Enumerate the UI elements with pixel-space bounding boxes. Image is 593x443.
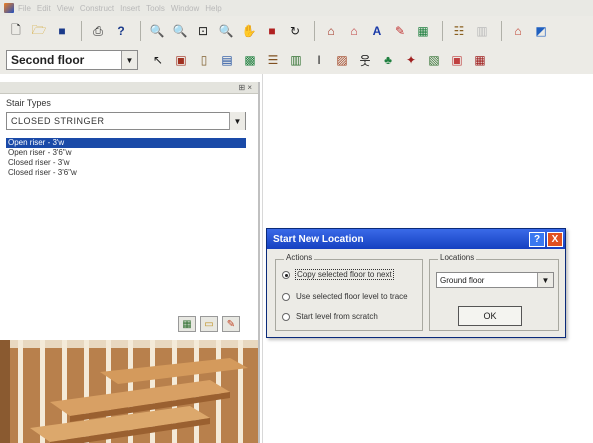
app-icon: [4, 3, 14, 13]
option-label: Copy selected floor to next: [295, 269, 394, 280]
option-label: Use selected floor level to trace: [296, 292, 408, 301]
column-icon[interactable]: Ι: [309, 50, 329, 70]
new-file-icon[interactable]: 🗋: [6, 21, 26, 41]
toolbar-separator: [314, 21, 315, 41]
floor-toolbar: Second floor ▼ ↖ ▣ ▯ ▤ ▩ ☰ ▥ Ι ▨ 웃 ♣ ✦ ▧…: [0, 46, 593, 74]
person-icon[interactable]: 웃: [355, 50, 375, 70]
zoom-out-icon[interactable]: 🔍: [170, 21, 190, 41]
menu-window[interactable]: Window: [171, 4, 199, 13]
room-icon[interactable]: ▣: [447, 50, 467, 70]
chevron-down-icon[interactable]: ▼: [121, 51, 137, 69]
toolbar-separator: [501, 21, 502, 41]
render-icon[interactable]: ⌂: [508, 21, 528, 41]
stair-preview-image: [0, 340, 258, 443]
option-trace-level[interactable]: Use selected floor level to trace: [282, 292, 408, 301]
grid-icon[interactable]: ▥: [472, 21, 492, 41]
canvas-divider: [262, 74, 263, 443]
standard-toolbar: 🗋 🗁 ■ ⎙ ? 🔍 🔍 ⊡ 🔍 ✋ ■ ↻ ⌂ ⌂ A ✎ ▦ ☷ ▥ ⌂ …: [0, 16, 593, 46]
panel-pin-icon[interactable]: ⊞ ×: [238, 83, 252, 92]
list-item[interactable]: Open riser - 3'w: [6, 138, 246, 148]
wall-icon[interactable]: ▣: [171, 50, 191, 70]
stair-tool-icon[interactable]: ☰: [263, 50, 283, 70]
list-item[interactable]: Closed riser - 3'6"w: [6, 168, 246, 178]
ok-button[interactable]: OK: [458, 306, 522, 326]
option-label: Start level from scratch: [296, 312, 378, 321]
zoom-fit-icon[interactable]: 🔍: [216, 21, 236, 41]
pan-icon[interactable]: ✋: [239, 21, 259, 41]
toolbar-separator: [81, 21, 82, 41]
open-folder-icon[interactable]: 🗁: [29, 21, 49, 41]
start-new-location-dialog: Start New Location ? X Actions Copy sele…: [266, 228, 566, 338]
location-select-value: Ground floor: [440, 275, 485, 285]
stairs-icon[interactable]: ☷: [449, 21, 469, 41]
help-question-icon[interactable]: ?: [111, 21, 131, 41]
cabinet-icon[interactable]: ▩: [240, 50, 260, 70]
menu-insert[interactable]: Insert: [120, 4, 140, 13]
radio-button[interactable]: [282, 292, 290, 301]
zoom-in-icon[interactable]: 🔍: [147, 21, 167, 41]
floor-select-value: Second floor: [11, 53, 85, 67]
dimension-icon[interactable]: ▧: [424, 50, 444, 70]
actions-legend: Actions: [284, 253, 315, 262]
edit-icon[interactable]: ✎: [222, 316, 240, 332]
railing-icon[interactable]: ▥: [286, 50, 306, 70]
stair-list: Open riser - 3'w Open riser - 3'6"w Clos…: [6, 138, 246, 178]
save-icon[interactable]: ■: [52, 21, 72, 41]
panel-buttons: ▦ ▭ ✎: [174, 316, 240, 332]
deck-icon[interactable]: ▦: [470, 50, 490, 70]
stair-preview: [0, 340, 260, 443]
stair-type-value: CLOSED STRINGER: [11, 116, 105, 126]
menu-view[interactable]: View: [57, 4, 74, 13]
roof-icon[interactable]: ⌂: [344, 21, 364, 41]
menu-help[interactable]: Help: [205, 4, 221, 13]
menu-file[interactable]: File: [18, 4, 31, 13]
redraw-icon[interactable]: ■: [262, 21, 282, 41]
close-button[interactable]: X: [547, 231, 563, 247]
electrical-icon[interactable]: ✦: [401, 50, 421, 70]
menu-edit[interactable]: Edit: [37, 4, 51, 13]
furniture-icon[interactable]: ▨: [332, 50, 352, 70]
menu-construct[interactable]: Construct: [80, 4, 114, 13]
chevron-down-icon[interactable]: ▼: [537, 273, 553, 287]
stair-types-label: Stair Types: [6, 98, 51, 108]
zoom-window-icon[interactable]: ⊡: [193, 21, 213, 41]
panel-header: ⊞ ×: [0, 82, 258, 94]
pointer-icon[interactable]: ↖: [148, 50, 168, 70]
actions-group: Actions Copy selected floor to next Use …: [275, 253, 423, 331]
text-icon[interactable]: A: [367, 21, 387, 41]
menu-tools[interactable]: Tools: [146, 4, 165, 13]
plant-icon[interactable]: ♣: [378, 50, 398, 70]
radio-button[interactable]: [282, 270, 290, 279]
stair-types-panel: ⊞ × Stair Types CLOSED STRINGER ▼ Open r…: [0, 82, 260, 340]
option-start-scratch[interactable]: Start level from scratch: [282, 312, 378, 321]
location-select[interactable]: Ground floor ▼: [436, 272, 554, 288]
locations-legend: Locations: [438, 253, 477, 262]
radio-button[interactable]: [282, 312, 290, 321]
menu-bar: File Edit View Construct Insert Tools Wi…: [0, 0, 593, 16]
option-copy-floor[interactable]: Copy selected floor to next: [282, 269, 394, 280]
folder-icon[interactable]: ▭: [200, 316, 218, 332]
dialog-title-bar: Start New Location ? X: [267, 229, 565, 249]
locations-group: Locations Ground floor ▼ OK: [429, 253, 559, 331]
paint-icon[interactable]: ✎: [390, 21, 410, 41]
camera-icon[interactable]: ◩: [531, 21, 551, 41]
list-item[interactable]: Closed riser - 3'w: [6, 158, 246, 168]
house-icon[interactable]: ⌂: [321, 21, 341, 41]
print-icon[interactable]: ⎙: [88, 21, 108, 41]
refresh-icon[interactable]: ↻: [285, 21, 305, 41]
dialog-title: Start New Location: [273, 233, 364, 245]
add-library-icon[interactable]: ▦: [178, 316, 196, 332]
window-icon[interactable]: ▤: [217, 50, 237, 70]
floor-select[interactable]: Second floor ▼: [6, 50, 138, 70]
stair-type-select[interactable]: CLOSED STRINGER ▼: [6, 112, 246, 130]
list-item[interactable]: Open riser - 3'6"w: [6, 148, 246, 158]
toolbar-separator: [140, 21, 141, 41]
help-button[interactable]: ?: [529, 231, 545, 247]
chevron-down-icon[interactable]: ▼: [229, 112, 245, 130]
door-icon[interactable]: ▯: [194, 50, 214, 70]
toolbar-separator: [442, 21, 443, 41]
material-icon[interactable]: ▦: [413, 21, 433, 41]
